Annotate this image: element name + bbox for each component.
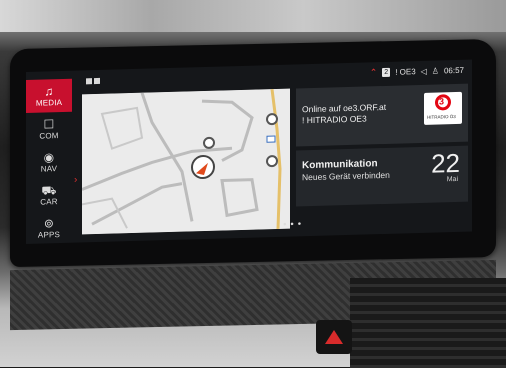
sidebar: ♫ MEDIA ☐ COM ◉ NAV ⛟ CAR ⊚ APPS xyxy=(26,78,72,244)
music-note-icon: ♫ xyxy=(44,83,54,99)
status-area: ⌃ 2 ! OE3 ◁ ♙ 06:57 xyxy=(370,65,464,79)
sidebar-item-label: NAV xyxy=(40,164,58,174)
sidebar-item-label: CAR xyxy=(40,197,58,207)
split-screen-icon[interactable] xyxy=(86,77,100,85)
apps-icon: ⊚ xyxy=(43,216,55,231)
communication-widget[interactable]: Kommunikation Neues Gerät verbinden 22 M… xyxy=(296,145,468,207)
widget-subtitle: Neues Gerät verbinden xyxy=(302,169,390,183)
volume-icon: ◁ xyxy=(420,66,427,76)
user-icon: ♙ xyxy=(431,66,439,76)
radio-widget[interactable]: Online auf oe3.ORF.at ! HITRADIO OE3 3 H… xyxy=(296,83,468,147)
navigation-icon: ◉ xyxy=(43,150,55,165)
infotainment-screen: ♫ MEDIA ☐ COM ◉ NAV ⛟ CAR ⊚ APPS ⌃ 2 ! O… xyxy=(26,59,472,245)
date-day: 22 xyxy=(431,147,460,179)
sidebar-item-label: COM xyxy=(39,130,59,141)
sidebar-item-com[interactable]: ☐ COM xyxy=(26,112,72,146)
station-logo: 3 HITRADIO Ö3 xyxy=(424,91,462,125)
sidebar-item-label: MEDIA xyxy=(35,97,63,108)
hazard-triangle-icon xyxy=(325,330,343,344)
sidebar-item-label: APPS xyxy=(37,230,61,241)
background-wall xyxy=(0,0,506,32)
clock: 06:57 xyxy=(443,65,464,76)
phone-icon: ☐ xyxy=(43,117,55,132)
chevron-right-icon[interactable]: › xyxy=(74,175,77,186)
hazard-button[interactable] xyxy=(316,320,352,354)
widget-title: Kommunikation xyxy=(302,158,378,172)
chevron-up-icon[interactable]: ⌃ xyxy=(370,67,378,78)
sidebar-item-car[interactable]: ⛟ CAR xyxy=(26,178,72,212)
sidebar-item-nav[interactable]: ◉ NAV xyxy=(26,145,72,179)
air-vent xyxy=(350,278,506,368)
map-roads xyxy=(82,88,290,235)
sidebar-item-apps[interactable]: ⊚ APPS xyxy=(26,212,72,244)
notification-badge[interactable]: 2 xyxy=(382,67,391,78)
radio-status: Online auf oe3.ORF.at xyxy=(302,101,387,115)
station-label: ! OE3 xyxy=(395,67,416,77)
radio-station: ! HITRADIO OE3 xyxy=(302,113,367,126)
date-month: Mai xyxy=(446,175,458,184)
page-indicator: ● ● ● xyxy=(283,221,303,228)
sidebar-item-media[interactable]: ♫ MEDIA xyxy=(26,78,72,114)
map-view[interactable] xyxy=(82,88,290,235)
car-icon: ⛟ xyxy=(41,183,57,198)
